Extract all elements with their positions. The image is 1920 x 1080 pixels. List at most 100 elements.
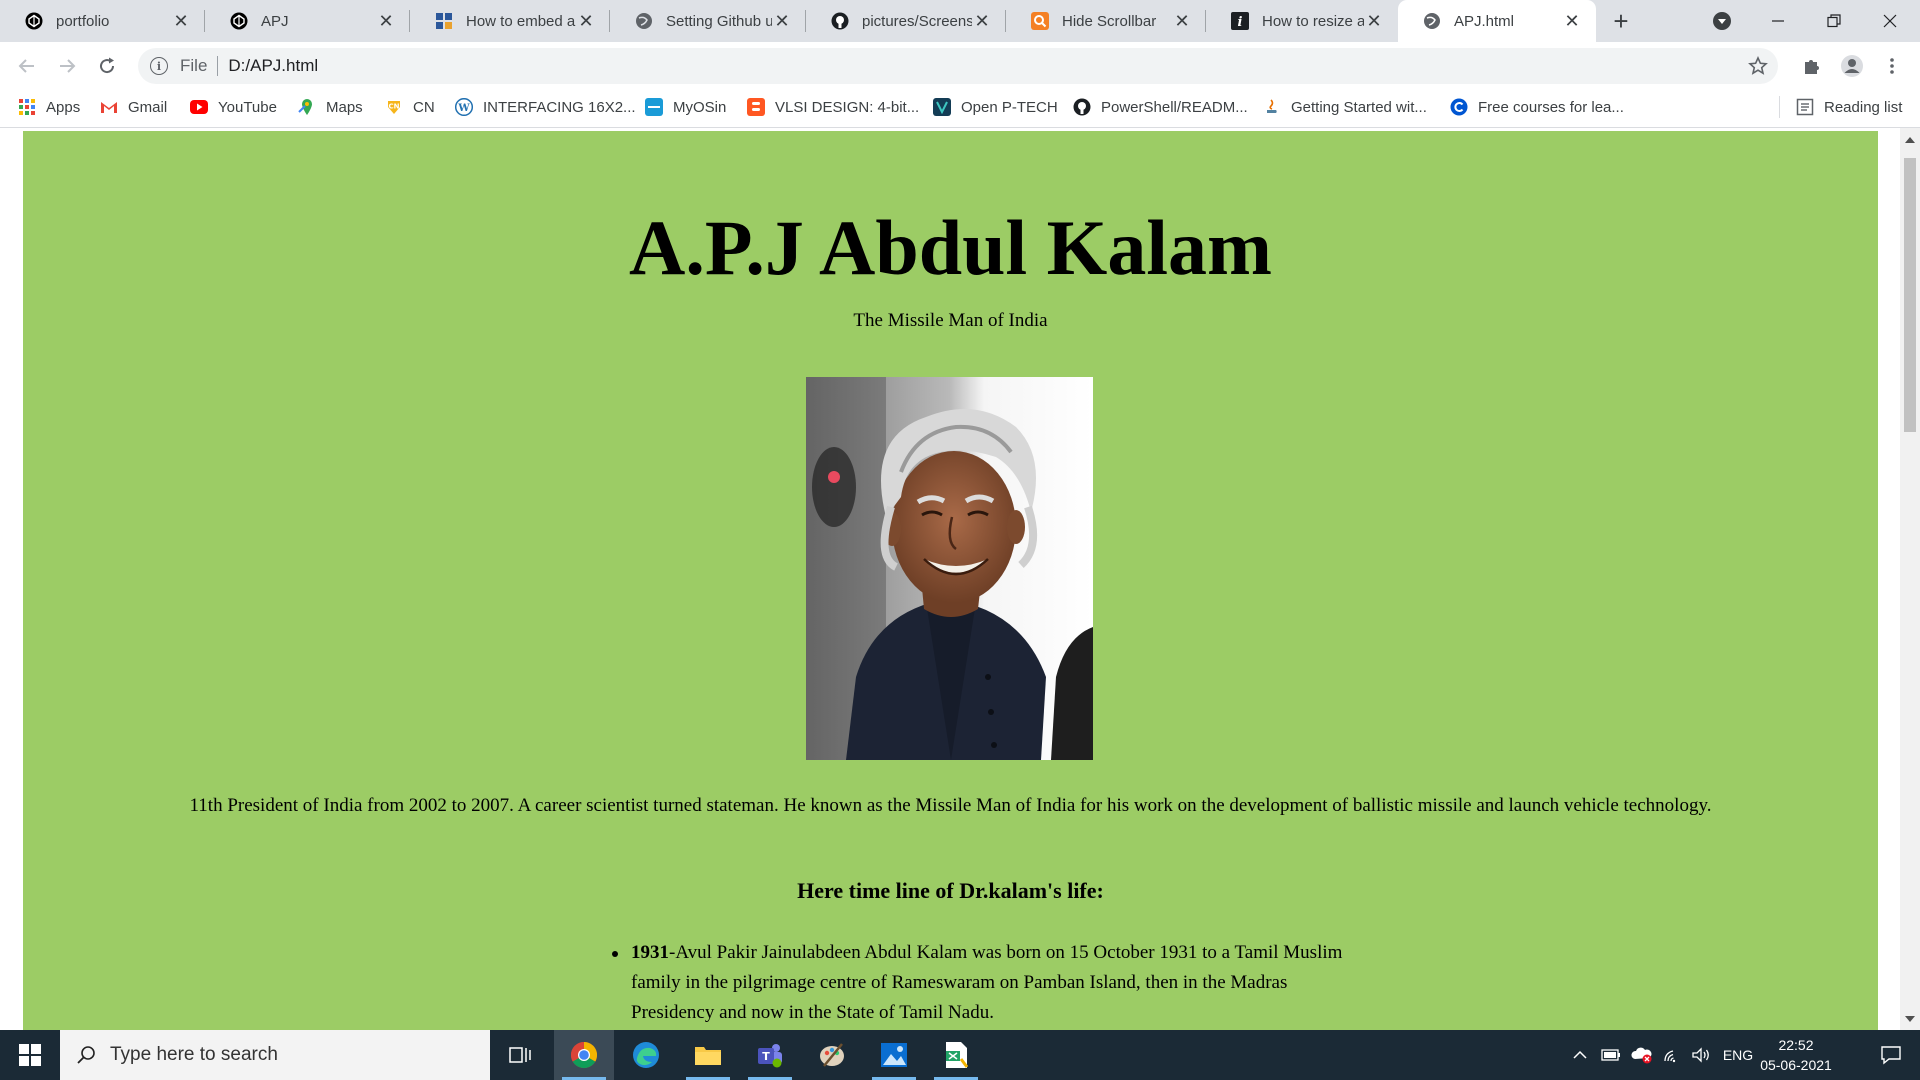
tab-search-button[interactable] xyxy=(1694,0,1750,42)
bookmark-interfacing[interactable]: W INTERFACING 16X2... xyxy=(455,90,636,124)
search-icon xyxy=(77,1046,95,1064)
tab-apj-html[interactable]: APJ.html ✕ xyxy=(1398,0,1596,42)
tab-hide-scrollbar[interactable]: Hide Scrollbar ✕ xyxy=(1006,0,1206,42)
timeline-year: 1931 xyxy=(631,942,669,963)
timeline-list: 1931-Avul Pakir Jainulabdeen Abdul Kalam… xyxy=(612,938,1347,1028)
portrait-image xyxy=(806,377,1093,760)
kebab-menu-icon xyxy=(1890,58,1894,74)
bookmark-maps[interactable]: Maps xyxy=(298,90,363,124)
url-text[interactable]: D:/APJ.html xyxy=(228,56,318,76)
close-icon[interactable]: ✕ xyxy=(972,11,992,31)
document-icon xyxy=(946,1042,969,1068)
teams-icon: T xyxy=(758,1044,782,1068)
youtube-icon xyxy=(190,100,208,114)
bookmark-cn[interactable]: CN CN xyxy=(385,90,435,124)
bookmark-label: MyOSin xyxy=(673,98,727,116)
bookmark-open-ptech[interactable]: Open P-TECH xyxy=(933,90,1058,124)
windows-taskbar: Type here to search T ENG 22:52 05-06-20… xyxy=(0,1030,1920,1080)
bookmarks-bar: Apps Gmail YouTube Maps CN CN W INTERFAC… xyxy=(0,90,1920,128)
close-icon[interactable]: ✕ xyxy=(576,11,596,31)
wifi-tray[interactable] xyxy=(1660,1030,1686,1080)
bookmark-myosin[interactable]: MyOSin xyxy=(645,90,726,124)
close-icon[interactable]: ✕ xyxy=(1562,11,1582,31)
menu-button[interactable] xyxy=(1876,50,1908,82)
language-indicator[interactable]: ENG xyxy=(1718,1030,1758,1080)
vertical-scrollbar[interactable] xyxy=(1900,128,1920,1030)
speaker-icon xyxy=(1692,1047,1709,1063)
battery-tray[interactable] xyxy=(1598,1030,1624,1080)
coursera-icon xyxy=(1450,98,1468,116)
reading-list-button[interactable]: Reading list xyxy=(1796,90,1902,124)
cloud-error-icon xyxy=(1631,1047,1652,1064)
page-tagline: The Missile Man of India xyxy=(853,310,1048,331)
show-hidden-icons-button[interactable] xyxy=(1568,1030,1592,1080)
scrollbar-thumb[interactable] xyxy=(1904,158,1916,432)
new-tab-button[interactable]: + xyxy=(1606,6,1636,36)
taskbar-edge[interactable] xyxy=(616,1030,676,1080)
back-button[interactable] xyxy=(11,50,43,82)
bookmark-free-courses[interactable]: Free courses for lea... xyxy=(1450,90,1624,124)
bookmark-apps[interactable]: Apps xyxy=(18,90,80,124)
minimize-button[interactable] xyxy=(1750,0,1806,42)
battery-icon xyxy=(1601,1049,1620,1061)
close-icon[interactable]: ✕ xyxy=(171,11,191,31)
taskbar-file-explorer[interactable] xyxy=(678,1030,738,1080)
bookmark-star-icon[interactable] xyxy=(1746,54,1770,78)
tab-title: APJ.html xyxy=(1454,12,1515,30)
close-icon[interactable]: ✕ xyxy=(1364,11,1384,31)
taskbar-paint[interactable] xyxy=(802,1030,862,1080)
taskbar-search[interactable]: Type here to search xyxy=(60,1030,490,1080)
close-icon[interactable]: ✕ xyxy=(772,11,792,31)
bookmark-powershell[interactable]: PowerShell/READM... xyxy=(1073,90,1248,124)
close-icon[interactable]: ✕ xyxy=(376,11,396,31)
reload-button[interactable] xyxy=(91,50,123,82)
info-icon[interactable]: i xyxy=(150,57,168,75)
chevron-down-icon xyxy=(1713,12,1731,30)
extensions-button[interactable] xyxy=(1796,50,1828,82)
reload-icon xyxy=(100,57,115,74)
notifications-button[interactable] xyxy=(1866,1030,1916,1080)
scroll-down-arrow-icon[interactable] xyxy=(1905,1016,1915,1022)
task-view-icon xyxy=(509,1047,531,1063)
tab-pictures-screenshot[interactable]: pictures/Screensh ✕ xyxy=(806,0,1006,42)
taskbar-teams[interactable]: T xyxy=(740,1030,800,1080)
taskbar-notepad[interactable] xyxy=(926,1030,986,1080)
bookmark-getting-started[interactable]: Getting Started wit... xyxy=(1263,90,1427,124)
close-icon[interactable]: ✕ xyxy=(1172,11,1192,31)
tab-title: portfolio xyxy=(56,12,110,30)
myosin-icon xyxy=(645,98,663,116)
taskbar-photos[interactable] xyxy=(864,1030,924,1080)
puzzle-icon xyxy=(1805,60,1819,74)
volume-tray[interactable] xyxy=(1688,1030,1714,1080)
github-icon xyxy=(830,11,850,31)
gmail-icon xyxy=(100,98,118,116)
profile-button[interactable] xyxy=(1836,50,1868,82)
scroll-up-arrow-icon[interactable] xyxy=(1905,137,1915,143)
clock-date: 05-06-2021 xyxy=(1760,1057,1832,1073)
restore-button[interactable] xyxy=(1806,0,1862,42)
globe-icon xyxy=(1422,11,1442,31)
close-window-button[interactable] xyxy=(1862,0,1918,42)
forward-button[interactable] xyxy=(51,50,83,82)
bookmark-youtube[interactable]: YouTube xyxy=(190,90,277,124)
bookmark-vlsi[interactable]: VLSI DESIGN: 4-bit... xyxy=(747,90,919,124)
task-view-button[interactable] xyxy=(490,1030,550,1080)
start-button[interactable] xyxy=(0,1030,60,1080)
tab-how-to-embed[interactable]: How to embed an ✕ xyxy=(410,0,610,42)
timeline-item: 1931-Avul Pakir Jainulabdeen Abdul Kalam… xyxy=(612,938,1347,1028)
photos-icon xyxy=(881,1043,907,1067)
reading-list-label: Reading list xyxy=(1824,98,1903,116)
tab-portfolio[interactable]: portfolio ✕ xyxy=(0,0,205,42)
clock-time: 22:52 xyxy=(1778,1037,1814,1053)
browser-toolbar: i File D:/APJ.html xyxy=(0,42,1920,90)
onedrive-tray[interactable] xyxy=(1628,1030,1656,1080)
tab-setting-github[interactable]: Setting Github up ✕ xyxy=(610,0,806,42)
bookmark-gmail[interactable]: Gmail xyxy=(100,90,167,124)
clock[interactable]: 22:52 05-06-2021 xyxy=(1756,1035,1836,1075)
tab-how-to-resize[interactable]: i How to resize an ✕ xyxy=(1206,0,1398,42)
taskbar-chrome[interactable] xyxy=(554,1030,614,1080)
blogger-icon xyxy=(747,98,765,116)
tab-apj[interactable]: APJ ✕ xyxy=(205,0,410,42)
address-bar[interactable]: i File D:/APJ.html xyxy=(138,48,1778,84)
restore-icon xyxy=(1827,14,1841,28)
